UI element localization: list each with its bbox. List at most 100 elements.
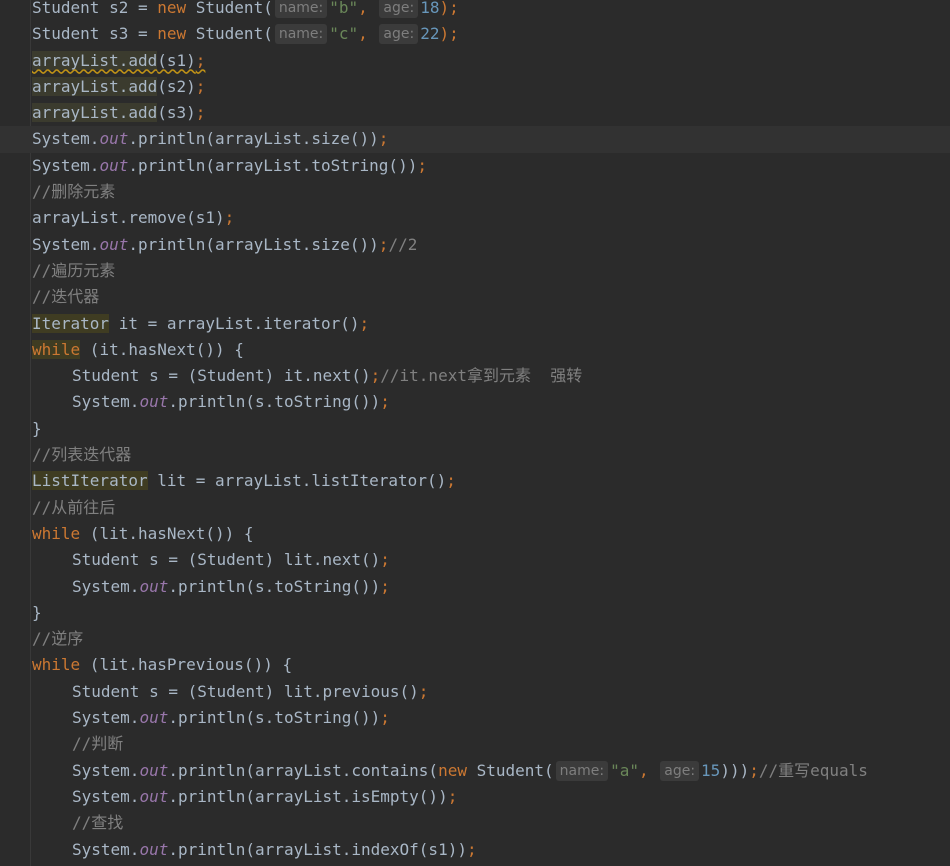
parameter-hint: age: <box>379 0 419 18</box>
keyword: while <box>32 523 81 543</box>
code-token: ; <box>466 839 477 859</box>
code-token: ; <box>195 103 206 123</box>
code-token: .println(arrayList.size()) <box>128 129 379 149</box>
code-token: ); <box>439 24 459 44</box>
code-token: ; <box>447 786 458 806</box>
code-lines[interactable]: Student s2 = new Student(name: "b", age: 1… <box>0 0 950 863</box>
code-token: ; <box>224 208 235 228</box>
code-comment: //遍历元素 <box>32 260 116 280</box>
number-literal: 15 <box>701 760 721 780</box>
code-comment: //迭代器 <box>32 287 100 307</box>
parameter-hint: age: <box>379 24 419 45</box>
code-token: ; <box>749 760 759 780</box>
code-token: Student( <box>476 760 554 780</box>
code-line[interactable]: } <box>0 416 950 442</box>
code-token: (s1) <box>157 50 196 70</box>
code-line[interactable]: System.out.println(arrayList.size());//2 <box>0 232 950 258</box>
code-line[interactable]: System.out.println(arrayList.contains(ne… <box>0 758 950 784</box>
code-line[interactable]: while (it.hasNext()) { <box>0 337 950 363</box>
code-line[interactable]: Student s2 = new Student(name: "b", age: 1… <box>0 0 950 21</box>
code-token: ; <box>380 708 390 728</box>
code-line[interactable]: } <box>0 600 950 626</box>
code-line-current[interactable]: System.out.println(arrayList.size()); <box>0 126 950 153</box>
code-token: Student( <box>195 0 273 17</box>
code-line[interactable]: Student s = (Student) lit.next(); <box>0 547 950 573</box>
code-line[interactable]: System.out.println(s.toString()); <box>0 574 950 600</box>
code-token: arrayList.add <box>32 50 158 70</box>
string-literal: "c" <box>329 24 359 44</box>
code-comment: //查找 <box>72 813 124 833</box>
code-line[interactable]: System.out.println(s.toString()); <box>0 389 950 415</box>
static-field: out <box>139 392 169 412</box>
keyword: new <box>157 24 196 44</box>
code-line[interactable]: System.out.println(arrayList.toString())… <box>0 153 950 179</box>
static-field: out <box>139 576 169 596</box>
string-literal: "a" <box>610 760 639 780</box>
static-field: out <box>139 839 169 859</box>
code-line[interactable]: Iterator it = arrayList.iterator(); <box>0 311 950 337</box>
code-line[interactable]: //逆序 <box>0 626 950 652</box>
code-line[interactable]: arrayList.remove(s1); <box>0 205 950 231</box>
code-token: .println(s.toString()) <box>168 708 381 728</box>
code-token: .println(arrayList.contains( <box>168 760 439 780</box>
code-token: System. <box>72 839 140 859</box>
code-token: ; <box>359 313 370 333</box>
code-token: Student s3 = <box>32 24 158 44</box>
code-line[interactable]: Student s = (Student) it.next();//it.nex… <box>0 363 950 389</box>
keyword: new <box>157 0 196 17</box>
code-line[interactable]: ListIterator lit = arrayList.listIterato… <box>0 468 950 494</box>
code-token: System. <box>72 392 140 412</box>
code-token: } <box>32 418 42 438</box>
code-line[interactable]: arrayList.add(s3); <box>0 100 950 126</box>
static-field: out <box>99 234 129 254</box>
static-field: out <box>139 760 169 780</box>
keyword: while <box>32 339 81 359</box>
code-line[interactable]: //遍历元素 <box>0 258 950 284</box>
code-token: Student( <box>195 24 273 44</box>
code-token: ; <box>378 234 389 254</box>
code-line[interactable]: Student s3 = new Student(name: "c", age: 2… <box>0 21 950 47</box>
code-token: ListIterator <box>32 471 148 491</box>
code-token: System. <box>32 234 100 254</box>
code-token: Student s = (Student) it.next() <box>72 366 371 386</box>
code-line[interactable]: Student s = (Student) lit.previous(); <box>0 679 950 705</box>
code-line[interactable]: //从前往后 <box>0 495 950 521</box>
parameter-hint: name: <box>274 0 328 18</box>
code-token: lit = arrayList.listIterator() <box>147 471 447 491</box>
code-token: (lit.hasPrevious()) { <box>80 655 293 675</box>
code-token: System. <box>32 155 100 175</box>
code-token: , <box>358 0 378 17</box>
code-token: ; <box>370 366 381 386</box>
code-comment: //删除元素 <box>32 182 116 202</box>
code-line[interactable]: //判断 <box>0 731 950 757</box>
code-line[interactable]: while (lit.hasPrevious()) { <box>0 652 950 678</box>
parameter-hint: age: <box>660 760 700 781</box>
code-editor[interactable]: Student s2 = new Student(name: "b", age: 1… <box>0 0 950 866</box>
static-field: out <box>99 129 129 149</box>
code-line[interactable]: System.out.println(s.toString()); <box>0 705 950 731</box>
code-token: .println(s.toString()) <box>168 392 381 412</box>
code-line[interactable]: //查找 <box>0 810 950 836</box>
code-line[interactable]: while (lit.hasNext()) { <box>0 521 950 547</box>
code-token: ; <box>380 550 390 570</box>
code-line[interactable]: System.out.println(arrayList.indexOf(s1)… <box>0 837 950 863</box>
code-token: (it.hasNext()) { <box>80 339 244 359</box>
code-token: Student s = (Student) lit.next() <box>72 550 381 570</box>
code-token: Iterator <box>32 313 110 333</box>
code-line[interactable]: System.out.println(arrayList.isEmpty()); <box>0 784 950 810</box>
code-token: System. <box>72 576 140 596</box>
parameter-hint: name: <box>555 760 609 781</box>
static-field: out <box>99 155 129 175</box>
code-token: } <box>32 602 42 622</box>
code-token: .println(arrayList.isEmpty()) <box>168 786 448 806</box>
code-line[interactable]: //删除元素 <box>0 179 950 205</box>
code-line[interactable]: //迭代器 <box>0 284 950 310</box>
code-line[interactable]: arrayList.add(s1); <box>0 48 950 74</box>
code-comment: //2 <box>388 234 418 254</box>
code-token: it = arrayList.iterator() <box>109 313 360 333</box>
code-token: System. <box>72 708 140 728</box>
code-line[interactable]: //列表迭代器 <box>0 442 950 468</box>
code-line[interactable]: arrayList.add(s2); <box>0 74 950 100</box>
code-token: System. <box>72 786 140 806</box>
code-token: (lit.hasNext()) { <box>80 523 254 543</box>
